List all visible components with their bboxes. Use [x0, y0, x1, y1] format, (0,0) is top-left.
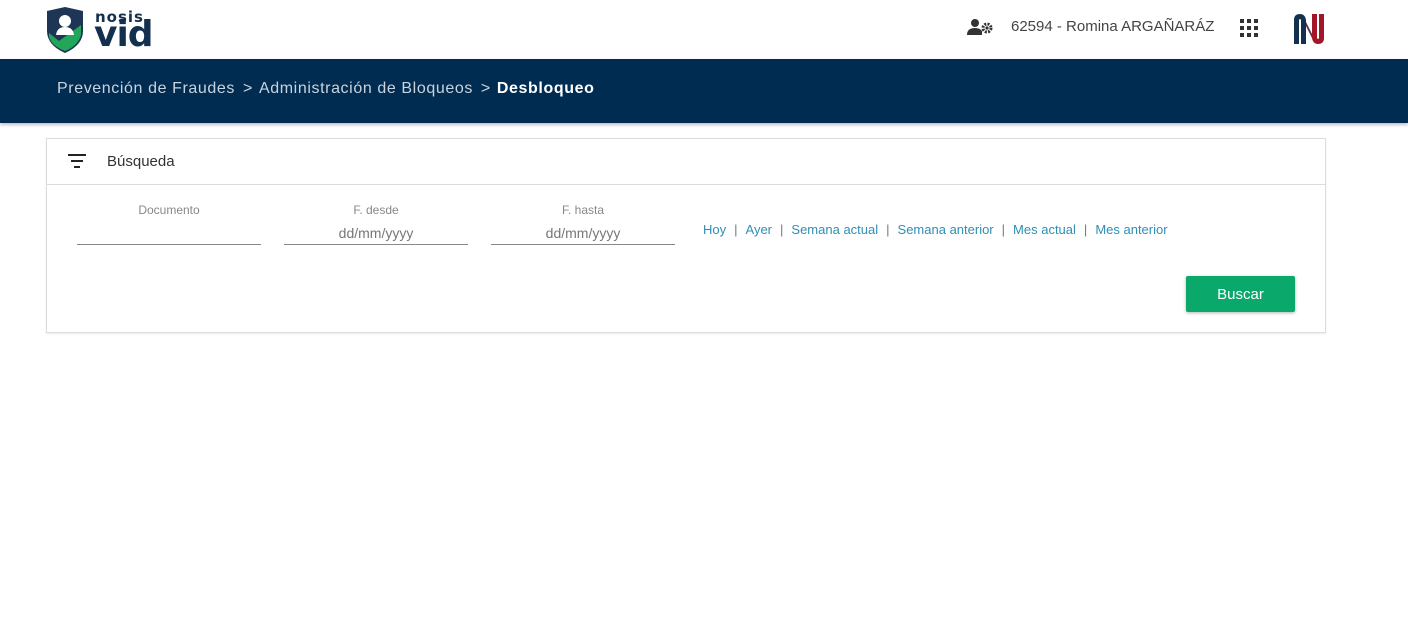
documento-input[interactable]: [77, 221, 261, 245]
quick-range-separator: |: [780, 222, 784, 237]
quick-range-separator: |: [886, 222, 890, 237]
search-title: Búsqueda: [107, 153, 175, 170]
breadcrumb-current: Desbloqueo: [496, 80, 595, 97]
breadcrumb-separator: >: [243, 80, 253, 97]
breadcrumb: Prevención de Fraudes > Administración d…: [57, 80, 594, 98]
nosis-vid-logo[interactable]: nosis vid: [45, 7, 170, 53]
quick-range-semana-anterior[interactable]: Semana anterior: [898, 222, 994, 237]
breadcrumb-bar: Prevención de Fraudes > Administración d…: [0, 59, 1408, 123]
quick-range-mes-anterior[interactable]: Mes anterior: [1095, 222, 1167, 237]
fecha-desde-field: F. desde: [284, 203, 468, 253]
filter-icon[interactable]: [68, 154, 86, 168]
search-card: Búsqueda Documento F. desde F. hasta Hoy…: [46, 138, 1326, 333]
fecha-hasta-label: F. hasta: [561, 203, 605, 217]
quick-range-separator: |: [1001, 222, 1006, 237]
breadcrumb-item-administracion[interactable]: Administración de Bloqueos: [259, 80, 473, 98]
breadcrumb-separator: >: [480, 80, 491, 97]
fecha-desde-label: F. desde: [353, 203, 399, 217]
search-card-header: Búsqueda: [47, 139, 1325, 185]
documento-label: Documento: [138, 203, 200, 217]
user-name[interactable]: 62594 - Romina ARGAÑARÁZ: [1011, 18, 1214, 35]
quick-range-mes-actual[interactable]: Mes actual: [1013, 222, 1076, 237]
user-gear-icon[interactable]: [967, 17, 993, 37]
quick-range-ayer[interactable]: Ayer: [746, 222, 773, 237]
buscar-button[interactable]: Buscar: [1186, 276, 1295, 312]
shield-logo-icon: [47, 7, 83, 53]
fecha-hasta-field: F. hasta: [491, 203, 675, 253]
brand-big: vid: [94, 14, 154, 55]
apps-grid-icon[interactable]: [1240, 19, 1258, 37]
quick-range-separator: |: [1083, 222, 1088, 237]
quick-date-ranges: Hoy | Ayer | Semana actual | Semana ante…: [703, 222, 1168, 237]
fecha-desde-input[interactable]: [284, 221, 468, 245]
quick-range-hoy[interactable]: Hoy: [703, 222, 726, 237]
nu-logo-icon[interactable]: [1292, 12, 1326, 46]
top-header: nosis vid 62594 - Romina ARGAÑARÁZ: [0, 0, 1408, 59]
documento-field: Documento: [77, 203, 261, 253]
quick-range-separator: |: [734, 222, 738, 237]
fecha-hasta-input[interactable]: [491, 221, 675, 245]
breadcrumb-item-prevencion[interactable]: Prevención de Fraudes: [57, 80, 235, 98]
quick-range-semana-actual[interactable]: Semana actual: [791, 222, 878, 237]
